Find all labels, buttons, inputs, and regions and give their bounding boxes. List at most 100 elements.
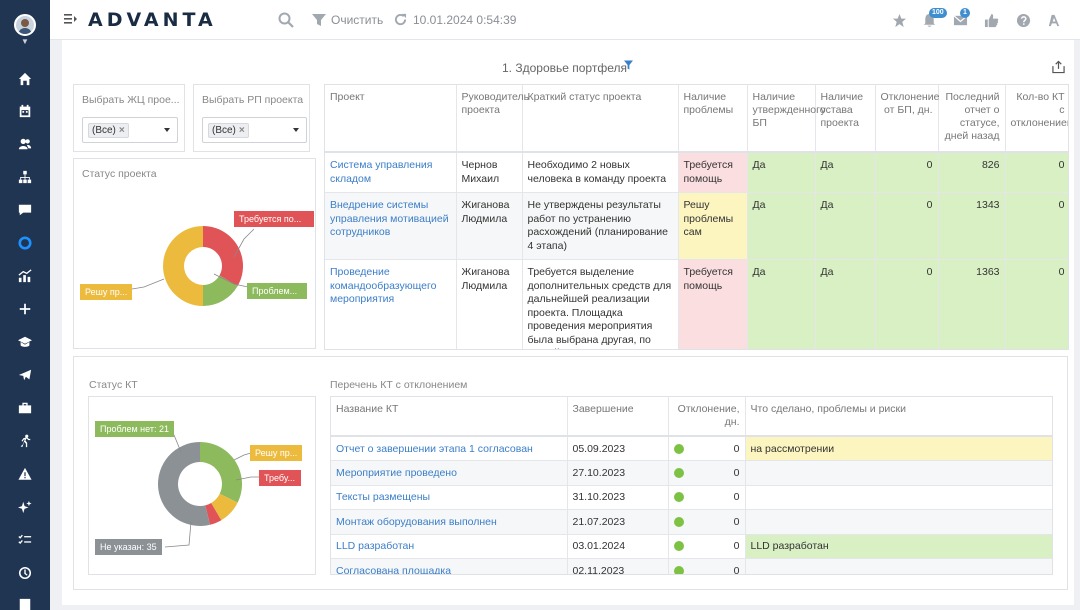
- avatar[interactable]: [14, 14, 36, 36]
- status-dot-icon: [673, 516, 684, 527]
- topbar: ADVANTA Очистить 10.01.2024 0:54:39 100 …: [50, 0, 1080, 40]
- column-header[interactable]: Проект: [325, 85, 457, 153]
- status-dot-icon: [673, 443, 684, 454]
- thumbs-up-icon[interactable]: [982, 11, 1000, 29]
- column-header[interactable]: Последний отчет о статусе, дней назад: [938, 85, 1006, 153]
- filter-rp-select[interactable]: (Все) ×: [202, 117, 307, 143]
- help-icon[interactable]: [1014, 11, 1032, 29]
- bp-cell: Да: [747, 192, 816, 260]
- plus-icon[interactable]: [15, 300, 35, 318]
- table-row: LLD разработан 03.01.2024 0 LLD разработан: [331, 534, 1052, 559]
- notifications-badge: 100: [929, 8, 947, 18]
- donut-slices[interactable]: [158, 442, 243, 526]
- search-icon[interactable]: [278, 12, 294, 28]
- manager-cell: Жиганова Людмила: [456, 192, 523, 260]
- column-header[interactable]: Наличие устава проекта: [815, 85, 876, 153]
- column-header[interactable]: Краткий статус проекта: [522, 85, 679, 153]
- column-header[interactable]: Что сделано, проблемы и риски: [745, 397, 1052, 437]
- donut-slice[interactable]: [163, 226, 203, 306]
- donut-slice[interactable]: [203, 226, 243, 286]
- column-header[interactable]: Наличие утвержденного БП: [747, 85, 826, 153]
- org-structure-icon[interactable]: [15, 168, 35, 186]
- analytics-icon[interactable]: [15, 267, 35, 285]
- deviation-cell: 0: [875, 192, 939, 260]
- chart-label-red: Требуется по...: [234, 211, 314, 227]
- filter-rp-panel: (Все) Выбрать РП проекта (Все)×: [193, 84, 310, 152]
- column-header[interactable]: Отклонение от БП, дн.: [875, 85, 939, 153]
- kt-deviation-cell: 0: [668, 534, 746, 559]
- briefcase-icon[interactable]: [15, 399, 35, 417]
- mail-icon[interactable]: 1: [951, 8, 970, 29]
- table-row: Монтаж оборудования выполнен 21.07.2023 0: [331, 509, 1052, 535]
- table-row: Согласована площадка 02.11.2023 0: [331, 558, 1052, 574]
- chip-remove-icon[interactable]: ×: [119, 125, 125, 136]
- kt-name-link[interactable]: Мероприятие проведено: [331, 460, 568, 486]
- circle-icon[interactable]: [15, 234, 35, 252]
- project-link[interactable]: Система управления складом: [325, 152, 457, 193]
- clear-filter-icon[interactable]: [312, 13, 326, 27]
- dropdown-arrow-icon[interactable]: [293, 128, 299, 132]
- menu-toggle-icon[interactable]: [64, 12, 78, 26]
- column-header[interactable]: Руководитель проекта: [456, 85, 529, 153]
- kt-name-link[interactable]: Тексты размещены: [331, 485, 568, 510]
- filter-zhc-select[interactable]: (Все) ×: [82, 117, 178, 143]
- kt-deviation-cell: 0: [668, 509, 746, 535]
- sparkle-icon[interactable]: [15, 498, 35, 516]
- column-header[interactable]: Завершение: [567, 397, 669, 437]
- run-icon[interactable]: [15, 432, 35, 450]
- column-header[interactable]: Название КТ: [331, 397, 568, 437]
- kt-name-link[interactable]: Отчет о завершении этапа 1 согласован: [331, 436, 568, 461]
- project-link[interactable]: Проведение командообразующего мероприяти…: [325, 259, 457, 349]
- kt-name-link[interactable]: Согласована площадка: [331, 558, 568, 574]
- table-row: Система управления складом Чернов Михаил…: [325, 152, 1068, 193]
- kt-label-gray: Не указан: 35: [95, 539, 162, 555]
- status-dot-icon: [673, 541, 684, 552]
- charter-cell: Да: [815, 259, 876, 349]
- column-header[interactable]: Отклонение, дн.: [668, 397, 746, 437]
- education-icon[interactable]: [15, 333, 35, 351]
- column-header[interactable]: Наличие проблемы: [678, 85, 748, 153]
- donut-slices[interactable]: [163, 226, 243, 306]
- bp-cell: Да: [747, 259, 816, 349]
- checklist-icon[interactable]: [15, 531, 35, 549]
- kt-name-link[interactable]: Монтаж оборудования выполнен: [331, 509, 568, 535]
- star-icon[interactable]: [890, 11, 908, 29]
- project-status-panel: Статус проекта Требуется по... Проблем..…: [73, 158, 316, 349]
- dropdown-arrow-icon[interactable]: [164, 128, 170, 132]
- kt-name-link[interactable]: LLD разработан: [331, 534, 568, 559]
- warning-icon[interactable]: [15, 465, 35, 483]
- table-row: Внедрение системы управления мотивацией …: [325, 192, 1068, 260]
- history-icon[interactable]: [15, 564, 35, 582]
- charter-cell: Да: [815, 152, 876, 193]
- project-link[interactable]: Внедрение системы управления мотивацией …: [325, 192, 457, 260]
- last-report-cell: 1343: [938, 192, 1006, 260]
- advanta-logo[interactable]: ADVANTA: [88, 9, 217, 31]
- column-header[interactable]: Кол-во КТ с отклонением: [1005, 85, 1068, 153]
- filter-zhc-panel: Выбрать ЖЦ прое... (Все) ×: [73, 84, 185, 152]
- clear-button[interactable]: Очистить: [331, 13, 383, 27]
- last-report-cell: 1363: [938, 259, 1006, 349]
- refresh-icon[interactable]: [394, 13, 407, 26]
- kt-end-cell: 31.10.2023: [567, 485, 669, 510]
- export-icon[interactable]: [1052, 60, 1065, 74]
- users-icon[interactable]: [15, 135, 35, 153]
- chip-remove-icon[interactable]: ×: [239, 125, 245, 136]
- chat-icon[interactable]: [15, 201, 35, 219]
- calendar-icon[interactable]: [15, 102, 35, 120]
- donut-slice[interactable]: [200, 442, 243, 503]
- status-cell: Не утверждены результаты работ по устран…: [522, 192, 679, 260]
- status-dot-icon: [673, 467, 684, 478]
- language-icon[interactable]: [1045, 11, 1063, 29]
- chevron-down-icon[interactable]: ▼: [21, 37, 29, 46]
- portfolio-title: 1. Здоровье портфеля: [502, 61, 627, 75]
- plane-icon[interactable]: [15, 366, 35, 384]
- document-icon[interactable]: [15, 596, 35, 610]
- deviation-cell: 0: [875, 152, 939, 193]
- filter-icon[interactable]: [624, 60, 633, 70]
- kt-label-green: Проблем нет: 21: [95, 421, 174, 437]
- home-icon[interactable]: [15, 70, 35, 88]
- manager-cell: Жиганова Людмила: [456, 259, 523, 349]
- datetime-label: 10.01.2024 0:54:39: [413, 13, 517, 27]
- dashboard-main: 1. Здоровье портфеля Выбрать ЖЦ прое... …: [62, 40, 1074, 605]
- bell-icon[interactable]: 100: [920, 8, 947, 29]
